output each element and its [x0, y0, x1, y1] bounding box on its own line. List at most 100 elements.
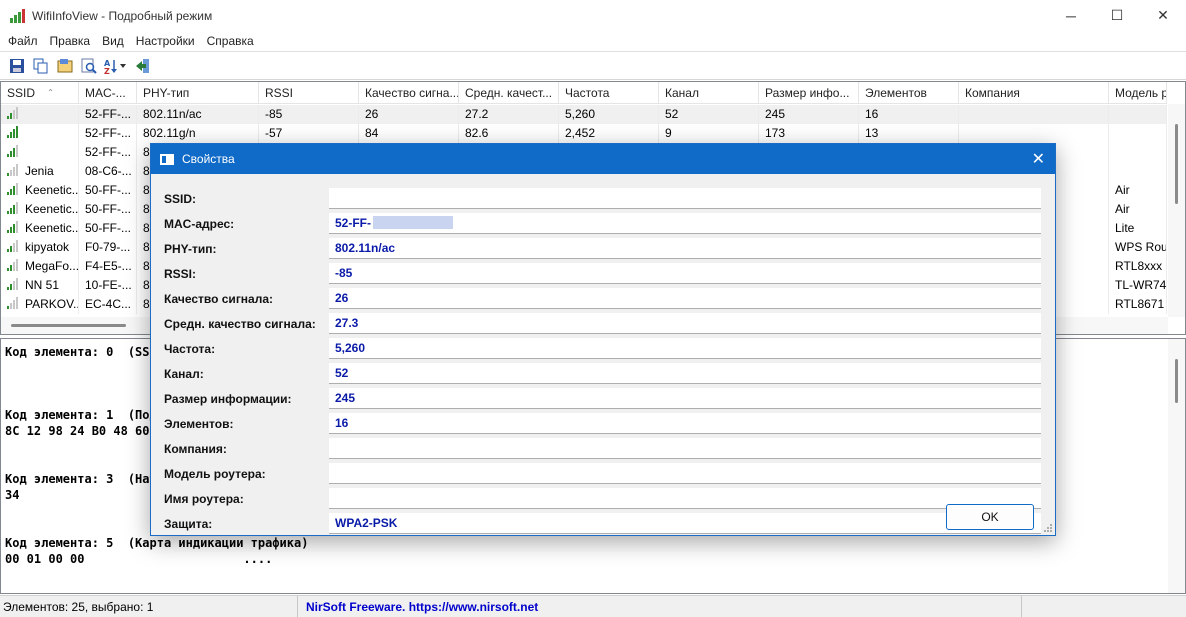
dialog-title-bar: Свойства ✕: [151, 144, 1055, 174]
minimize-button[interactable]: ─: [1048, 0, 1094, 31]
nirsoft-link[interactable]: NirSoft Freeware. https://www.nirsoft.ne…: [298, 595, 1022, 617]
property-row: Компания:: [151, 437, 1055, 462]
property-value-field[interactable]: 52: [329, 363, 1041, 384]
table-cell: [959, 105, 1109, 124]
list-vertical-scrollbar[interactable]: [1168, 104, 1185, 317]
table-cell: 50-FF-...: [79, 200, 137, 219]
details-vertical-scrollbar[interactable]: [1168, 339, 1185, 593]
menu-settings[interactable]: Настройки: [130, 34, 201, 48]
maximize-button[interactable]: ☐: [1094, 0, 1140, 31]
cell-text: F4-E5-...: [85, 259, 132, 273]
property-value-field[interactable]: 16: [329, 413, 1041, 434]
property-value-field[interactable]: -85: [329, 263, 1041, 284]
cell-text: 802.11g/n: [143, 126, 196, 140]
cell-text: WPS Rout: [1115, 240, 1167, 254]
find-icon[interactable]: [78, 55, 100, 77]
exit-icon[interactable]: [132, 55, 154, 77]
property-row: Частота: 5,260: [151, 337, 1055, 362]
column-info-size[interactable]: Размер инфо...: [759, 82, 859, 104]
column-ssid[interactable]: SSID ⌃: [1, 82, 79, 104]
property-value-field[interactable]: [329, 438, 1041, 459]
cell-text: 9: [665, 126, 672, 140]
cell-text: 5,260: [565, 107, 596, 121]
signal-strength-icon: [7, 278, 23, 290]
title-bar: WifiInfoView - Подробный режим ─ ☐ ✕: [0, 0, 1186, 31]
column-mac[interactable]: MAC-...: [79, 82, 137, 104]
property-value-field[interactable]: 26: [329, 288, 1041, 309]
property-row: Защита: WPA2-PSK: [151, 512, 1055, 537]
property-value-field[interactable]: WPA2-PSK: [329, 513, 1041, 534]
status-count: Элементов: 25, выбрано: 1: [0, 595, 298, 617]
cell-text: 82.6: [465, 126, 489, 140]
table-cell: RTL8671: [1109, 295, 1167, 314]
property-value-field[interactable]: 52-FF-: [329, 213, 1041, 234]
menu-help[interactable]: Справка: [201, 34, 260, 48]
close-button[interactable]: ✕: [1140, 0, 1186, 31]
column-phy[interactable]: PHY-тип: [137, 82, 259, 104]
table-cell: 27.2: [459, 105, 559, 124]
column-signal-quality[interactable]: Качество сигна...: [359, 82, 459, 104]
column-router-model[interactable]: Модель р: [1109, 82, 1167, 104]
detail-line: 34: [5, 488, 20, 502]
signal-strength-icon: [7, 202, 23, 214]
column-avg-quality[interactable]: Средн. качест...: [459, 82, 559, 104]
scroll-thumb[interactable]: [11, 324, 126, 327]
save-icon[interactable]: [6, 55, 28, 77]
property-label: RSSI:: [164, 267, 197, 281]
table-cell: Keenetic...: [1, 200, 79, 219]
table-cell: 52-FF-...: [79, 143, 137, 162]
table-row[interactable]: 52-FF-... 802.11g/n -57 84 82.6 2,452 9 173 13: [1, 124, 1167, 143]
property-row: Качество сигнала: 26: [151, 287, 1055, 312]
cell-text: 52-FF-...: [85, 107, 132, 121]
status-empty: [1022, 596, 1172, 617]
table-cell: MegaFo...: [1, 257, 79, 276]
cell-text: Keenetic...: [25, 202, 79, 216]
property-value-field[interactable]: 5,260: [329, 338, 1041, 359]
menu-view[interactable]: Вид: [96, 34, 130, 48]
menu-edit[interactable]: Правка: [44, 34, 97, 48]
cell-text: TL-WR740: [1115, 278, 1167, 292]
column-rssi[interactable]: RSSI: [259, 82, 359, 104]
property-value-field[interactable]: 27.3: [329, 313, 1041, 334]
column-elements[interactable]: Элементов: [859, 82, 959, 104]
property-value-field[interactable]: [329, 463, 1041, 484]
table-cell: [1109, 124, 1167, 143]
signal-strength-icon: [7, 164, 23, 176]
property-value-field[interactable]: 802.11n/ac: [329, 238, 1041, 259]
table-cell: 26: [359, 105, 459, 124]
detail-line: Код элемента: 3 (Наб: [5, 472, 157, 486]
scroll-thumb[interactable]: [1175, 124, 1178, 204]
table-cell: 5,260: [559, 105, 659, 124]
table-row[interactable]: 52-FF-... 802.11n/ac -85 26 27.2 5,260 52 245 16: [1, 105, 1167, 124]
property-label: Размер информации:: [164, 392, 292, 406]
properties-dialog: Свойства ✕ SSID: MAC-адрес: 52-FF- PHY-тип:…: [150, 143, 1056, 536]
cell-text: 802.11n/ac: [143, 107, 202, 121]
property-row: Размер информации: 245: [151, 387, 1055, 412]
svg-text:Z: Z: [104, 67, 110, 74]
property-value-field[interactable]: [329, 488, 1041, 509]
column-company[interactable]: Компания: [959, 82, 1109, 104]
table-cell: F4-E5-...: [79, 257, 137, 276]
copy-icon[interactable]: [30, 55, 52, 77]
cell-text: 2,452: [565, 126, 596, 140]
column-channel[interactable]: Канал: [659, 82, 759, 104]
column-frequency[interactable]: Частота: [559, 82, 659, 104]
property-value-field[interactable]: 245: [329, 388, 1041, 409]
dialog-close-button[interactable]: ✕: [1032, 149, 1045, 169]
table-cell: -85: [259, 105, 359, 124]
cell-text: 50-FF-...: [85, 183, 132, 197]
properties-icon[interactable]: [54, 55, 76, 77]
signal-strength-icon: [7, 183, 23, 195]
sort-icon[interactable]: AZ: [102, 55, 130, 77]
scroll-thumb[interactable]: [1175, 359, 1178, 403]
resize-grip-icon[interactable]: [1043, 523, 1053, 533]
table-cell: 173: [759, 124, 859, 143]
cell-text: 52-FF-...: [85, 145, 132, 159]
cell-text: 8: [143, 278, 150, 292]
cell-text: EC-4C...: [85, 297, 132, 311]
table-cell: WPS Rout: [1109, 238, 1167, 257]
menu-file[interactable]: Файл: [2, 34, 44, 48]
table-cell: [1, 124, 79, 143]
property-value-field[interactable]: [329, 188, 1041, 209]
ok-button[interactable]: OK: [946, 504, 1034, 530]
